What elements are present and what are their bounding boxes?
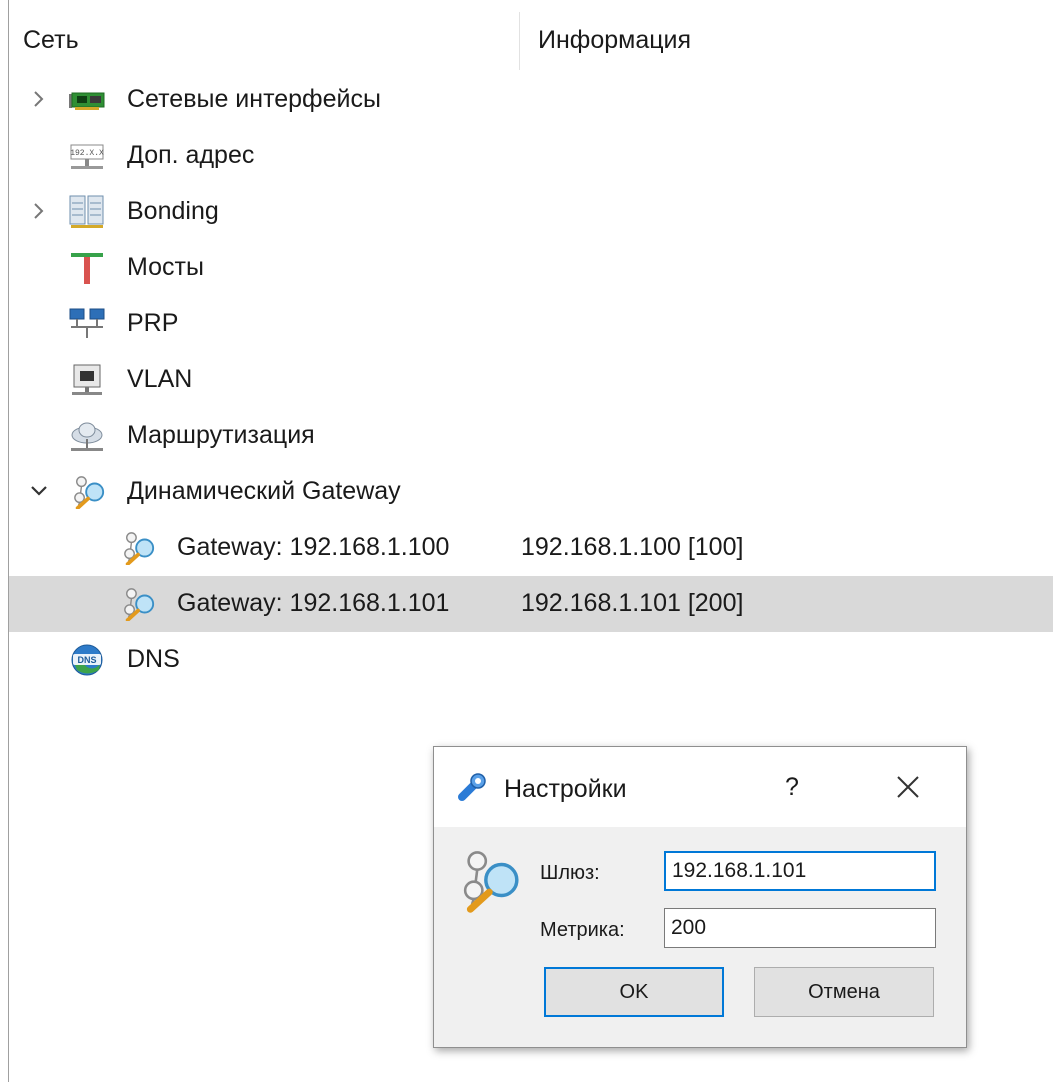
network-card-icon xyxy=(69,92,105,110)
metric-label: Метрика: xyxy=(540,919,625,941)
dialog-title: Настройки xyxy=(504,775,627,803)
tree-item-vlan[interactable]: VLAN xyxy=(9,352,1053,408)
bridge-icon xyxy=(71,253,103,284)
tree-item-prp[interactable]: PRP xyxy=(9,296,1053,352)
tree-item-label: PRP xyxy=(127,309,179,337)
chevron-right-icon[interactable] xyxy=(27,87,51,111)
close-icon[interactable] xyxy=(886,765,930,809)
tree-item-label: Bonding xyxy=(127,197,219,225)
gateway-search-icon xyxy=(72,475,106,509)
chevron-right-icon[interactable] xyxy=(27,199,51,223)
tree-item-interfaces[interactable]: Сетевые интерфейсы xyxy=(9,72,1053,128)
column-header-network[interactable]: Сеть xyxy=(23,26,79,55)
gateway-search-icon xyxy=(122,531,156,565)
tree-item-label: VLAN xyxy=(127,365,193,393)
gateway-search-icon xyxy=(122,587,156,621)
tree-item-dynamic-gateway[interactable]: Динамический Gateway xyxy=(9,464,1053,520)
tree-item-info: 192.168.1.100 [100] xyxy=(521,533,744,561)
tree-item-label: Динамический Gateway xyxy=(127,477,401,505)
tree-item-bonding[interactable]: Bonding xyxy=(9,184,1053,240)
tree-item-label: Gateway: 192.168.1.100 xyxy=(177,533,450,561)
metric-input[interactable] xyxy=(664,908,936,948)
gateway-input[interactable] xyxy=(664,851,936,891)
tree-header: Сеть Информация xyxy=(9,0,1053,70)
svg-text:192.X.X: 192.X.X xyxy=(70,149,104,158)
prp-network-icon xyxy=(69,308,105,338)
tree-item-label: Сетевые интерфейсы xyxy=(127,85,381,113)
cancel-button[interactable]: Отмена xyxy=(754,967,934,1017)
tree-item-label: Доп. адрес xyxy=(127,141,255,169)
gateway-label: Шлюз: xyxy=(540,862,600,884)
tree-item-dns[interactable]: DNS DNS xyxy=(9,632,1053,688)
tree-item-info: 192.168.1.101 [200] xyxy=(521,589,744,617)
tree-item-routing[interactable]: Маршрутизация xyxy=(9,408,1053,464)
tree-item-label: DNS xyxy=(127,645,180,673)
routing-cloud-icon xyxy=(71,422,103,451)
settings-dialog: Настройки ? Шлюз: Метрика: OK Отмена xyxy=(433,746,967,1048)
vlan-icon xyxy=(72,364,102,395)
chevron-down-icon[interactable] xyxy=(27,479,51,503)
tree-item-gateway[interactable]: Gateway: 192.168.1.100 192.168.1.100 [10… xyxy=(9,520,1053,576)
tree-item-label: Мосты xyxy=(127,253,204,281)
column-separator[interactable] xyxy=(519,12,520,70)
bonding-icon xyxy=(69,195,104,228)
help-button[interactable]: ? xyxy=(776,769,808,805)
ip-address-icon: 192.X.X xyxy=(70,144,104,169)
wrench-icon xyxy=(458,773,486,801)
column-header-info[interactable]: Информация xyxy=(538,26,691,55)
gateway-search-icon xyxy=(460,847,522,913)
svg-text:DNS: DNS xyxy=(77,655,96,665)
ok-button[interactable]: OK xyxy=(544,967,724,1017)
tree-item-extra-address[interactable]: 192.X.X Доп. адрес xyxy=(9,128,1053,184)
tree-item-label: Маршрутизация xyxy=(127,421,315,449)
dialog-titlebar[interactable]: Настройки ? xyxy=(434,747,966,827)
tree-item-bridges[interactable]: Мосты xyxy=(9,240,1053,296)
tree-item-gateway-selected[interactable]: Gateway: 192.168.1.101 192.168.1.101 [20… xyxy=(9,576,1053,632)
dns-globe-icon: DNS xyxy=(71,644,103,676)
tree-item-label: Gateway: 192.168.1.101 xyxy=(177,589,450,617)
